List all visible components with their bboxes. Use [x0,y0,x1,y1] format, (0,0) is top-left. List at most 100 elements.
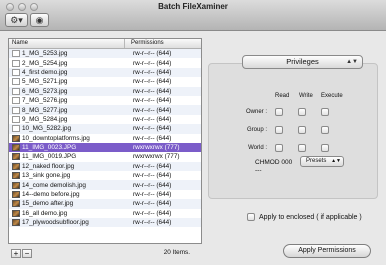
file-permissions: rwxrwxrwx (777) [133,144,180,152]
file-row[interactable]: 8_MG_5277.jpg rw-r--r-- (644) [9,105,201,115]
privileges-panel: Read Write Execute Owner : Group : World… [208,63,378,199]
file-rows: 1_MG_5253.jpg rw-r--r-- (644) 2_MG_5254.jp… [9,49,201,228]
file-permissions: rw-r--r-- (644) [133,134,172,142]
privileges-popup-label: Privileges [286,57,319,66]
file-row[interactable]: 11_IMG_0019.JPG rwxrwxrwx (777) [9,152,201,161]
file-name: 1_MG_5253.jpg [22,50,68,58]
file-name: 11_IMG_0023.JPG [22,144,77,152]
chevron-updown-icon: ▲▼ [331,158,341,164]
eye-icon: ◉ [35,14,44,25]
document-icon [12,68,20,76]
document-icon [12,97,20,105]
file-name: 13_sink gone.jpg [22,172,71,180]
file-permissions: rwxrwxrwx (777) [133,153,180,161]
group-execute-checkbox[interactable] [321,126,329,134]
owner-read-checkbox[interactable] [275,108,283,116]
document-icon [12,87,20,95]
image-thumbnail-icon [12,200,20,208]
image-thumbnail-icon [12,134,20,142]
app-window: Batch FileXaminer ⚙▾ ◉ Name Permissions … [0,0,386,265]
file-permissions: rw-r--r-- (644) [133,87,172,95]
remove-file-button[interactable]: − [22,249,32,258]
file-row[interactable]: 1_MG_5253.jpg rw-r--r-- (644) [9,49,201,59]
presets-label: Presets [306,158,327,164]
apply-enclosed-option[interactable]: Apply to enclosed ( if applicable ) [247,213,362,221]
world-write-checkbox[interactable] [298,144,306,152]
file-permissions: rw-r--r-- (644) [133,209,172,217]
file-name: 8_MG_5277.jpg [22,106,68,114]
image-thumbnail-icon [12,162,20,170]
column-header-permissions[interactable]: Permissions [125,39,201,48]
image-thumbnail-icon [12,219,20,227]
presets-dropdown[interactable]: Presets ▲▼ [300,156,344,167]
file-row[interactable]: 14_come demolish.jpg rw-r--r-- (644) [9,180,201,190]
file-name: 12_naked floor.jpg [22,162,75,170]
apply-enclosed-label: Apply to enclosed ( if applicable ) [259,213,362,221]
list-footer: + − 20 Items. [8,248,202,260]
image-thumbnail-icon [12,144,20,152]
file-permissions: rw-r--r-- (644) [133,97,172,105]
group-label: Group : [246,127,267,133]
file-name: 17_plywoodsubfloor.jpg [22,219,89,227]
file-permissions: rw-r--r-- (644) [133,125,172,133]
file-name: 11_IMG_0019.JPG [22,153,77,161]
add-file-button[interactable]: + [11,249,21,258]
item-count: 20 Items. [163,249,190,256]
file-row[interactable]: 17_plywoodsubfloor.jpg rw-r--r-- (644) [9,218,201,228]
file-row[interactable]: 13_sink gone.jpg rw-r--r-- (644) [9,171,201,180]
file-row[interactable]: 6_MG_5273.jpg rw-r--r-- (644) [9,86,201,96]
column-header-name[interactable]: Name [9,39,125,48]
file-permissions: rw-r--r-- (644) [133,78,172,86]
owner-execute-checkbox[interactable] [321,108,329,116]
file-row[interactable]: 10_MG_5282.jpg rw-r--r-- (644) [9,124,201,134]
file-row[interactable]: 2_MG_5254.jpg rw-r--r-- (644) [9,58,201,67]
image-thumbnail-icon [12,172,20,180]
column-write: Write [299,93,313,99]
column-execute: Execute [321,93,343,99]
file-row[interactable]: 11_IMG_0023.JPG rwxrwxrwx (777) [9,142,201,153]
file-row[interactable]: 10_downtoplatforms.jpg rw-r--r-- (644) [9,134,201,143]
image-thumbnail-icon [12,209,20,217]
file-row[interactable]: 15_demo after.jpg rw-r--r-- (644) [9,199,201,209]
world-execute-checkbox[interactable] [321,144,329,152]
document-icon [12,125,20,133]
file-name: 10_downtoplatforms.jpg [22,134,90,142]
file-row[interactable]: 4_first demo.jpg rw-r--r-- (644) [9,67,201,78]
file-name: 14--demo before.jpg [22,191,80,199]
file-row[interactable]: 7_MG_5276.jpg rw-r--r-- (644) [9,96,201,105]
file-name: 2_MG_5254.jpg [22,59,68,67]
gear-icon: ⚙▾ [10,14,23,25]
document-icon [12,115,20,123]
file-name: 7_MG_5276.jpg [22,97,68,105]
file-row[interactable]: 5_MG_5271.jpg rw-r--r-- (644) [9,77,201,86]
file-permissions: rw-r--r-- (644) [133,172,172,180]
document-icon [12,59,20,67]
file-row[interactable]: 14--demo before.jpg rw-r--r-- (644) [9,190,201,199]
file-name: 16_all demo.jpg [22,209,68,217]
file-row[interactable]: 9_MG_5284.jpg rw-r--r-- (644) [9,115,201,124]
preview-button[interactable]: ◉ [30,13,49,27]
file-list[interactable]: Name Permissions 1_MG_5253.jpg rw-r--r-- … [8,38,202,244]
owner-label: Owner : [245,109,267,115]
file-permissions: rw-r--r-- (644) [133,219,172,227]
image-thumbnail-icon [12,191,20,199]
file-name: 6_MG_5273.jpg [22,87,68,95]
owner-write-checkbox[interactable] [298,108,306,116]
list-header: Name Permissions [9,39,201,49]
group-read-checkbox[interactable] [275,126,283,134]
file-permissions: rw-r--r-- (644) [133,162,172,170]
file-name: 15_demo after.jpg [22,200,74,208]
file-permissions: rw-r--r-- (644) [133,50,172,58]
group-write-checkbox[interactable] [298,126,306,134]
world-read-checkbox[interactable] [275,144,283,152]
action-menu-button[interactable]: ⚙▾ [5,13,28,27]
file-name: 14_come demolish.jpg [22,181,86,189]
apply-permissions-button[interactable]: Apply Permissions [283,244,371,258]
file-row[interactable]: 16_all demo.jpg rw-r--r-- (644) [9,209,201,218]
privileges-popup[interactable]: Privileges ▲▼ [242,55,363,69]
chmod-symbolic: --- [255,167,262,174]
file-row[interactable]: 12_naked floor.jpg rw-r--r-- (644) [9,161,201,172]
file-name: 9_MG_5284.jpg [22,115,68,123]
apply-enclosed-checkbox[interactable] [247,213,255,221]
file-permissions: rw-r--r-- (644) [133,191,172,199]
